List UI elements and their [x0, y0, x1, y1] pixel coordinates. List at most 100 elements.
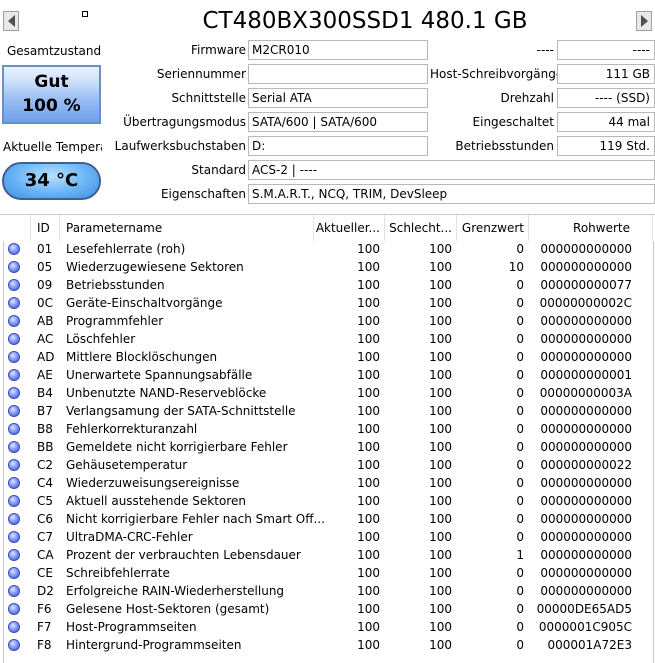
worst-value: 100: [429, 422, 452, 436]
triangle-right-icon: [640, 15, 648, 27]
attribute-id: AC: [37, 332, 54, 346]
table-row[interactable]: F7 Host-Programmseiten 100 100 0 0000001C905C: [0, 618, 655, 636]
attribute-id: AE: [37, 368, 53, 382]
table-row[interactable]: AC Löschfehler 100 100 0 000000000000: [0, 330, 655, 348]
attribute-name: Löschfehler: [66, 332, 136, 346]
power-on-hours-label: Betriebsstunden: [455, 139, 554, 153]
table-row[interactable]: C7 UltraDMA-CRC-Fehler 100 100 0 000000000000: [0, 528, 655, 546]
status-dot-icon: [8, 279, 20, 291]
health-status-button[interactable]: Gut 100 %: [2, 65, 101, 124]
temperature-label: Aktuelle Temperat: [3, 140, 102, 154]
current-value: 100: [357, 368, 380, 382]
threshold-value: 0: [516, 242, 524, 256]
threshold-value: 0: [516, 512, 524, 526]
table-row[interactable]: CE Schreibfehlerrate 100 100 0 000000000000: [0, 564, 655, 582]
header-id[interactable]: ID: [31, 215, 60, 241]
attribute-id: AD: [37, 350, 55, 364]
table-row[interactable]: AD Mittlere Blocklöschungen 100 100 0 0000000…: [0, 348, 655, 366]
table-row[interactable]: 09 Betriebsstunden 100 100 0 000000000077: [0, 276, 655, 294]
attribute-name: Gehäusetemperatur: [66, 458, 188, 472]
table-row[interactable]: B4 Unbenutzte NAND-Reserveblöcke 100 100 0 00…: [0, 384, 655, 402]
threshold-value: 0: [516, 620, 524, 634]
worst-value: 100: [429, 404, 452, 418]
current-value: 100: [357, 566, 380, 580]
raw-value: 000000000077: [540, 278, 632, 292]
table-row[interactable]: B8 Fehlerkorrekturanzahl 100 100 0 0000000000…: [0, 420, 655, 438]
standard-field: ACS-2 | ----: [248, 160, 655, 180]
table-row[interactable]: D2 Erfolgreiche RAIN-Wiederherstellung 100…: [0, 582, 655, 600]
threshold-value: 0: [516, 476, 524, 490]
table-row[interactable]: AE Unerwartete Spannungsabfälle 100 100 0 000…: [0, 366, 655, 384]
threshold-value: 0: [516, 350, 524, 364]
table-row[interactable]: BB Gemeldete nicht korrigierbare Fehler 10…: [0, 438, 655, 456]
drive-info-panel: CT480BX300SSD1 480.1 GB Gesamtzustand Gu…: [0, 0, 655, 210]
status-dot-icon: [8, 315, 20, 327]
current-value: 100: [357, 422, 380, 436]
attribute-id: 01: [37, 242, 53, 256]
table-row[interactable]: B7 Verlangsamung der SATA-Schnittstelle 10…: [0, 402, 655, 420]
power-on-hours-field: 119 Std.: [557, 136, 655, 156]
threshold-value: 0: [516, 602, 524, 616]
status-dot-icon: [8, 261, 20, 273]
temperature-button[interactable]: 34 °C: [2, 162, 101, 200]
threshold-value: 0: [516, 368, 524, 382]
worst-value: 100: [429, 584, 452, 598]
current-value: 100: [357, 314, 380, 328]
threshold-value: 0: [516, 422, 524, 436]
attribute-id: F6: [37, 602, 52, 616]
attribute-name: Wiederzuweisungsereignisse: [66, 476, 240, 490]
table-row[interactable]: 0C Geräte-Einschaltvorgänge 100 100 0 0000000…: [0, 294, 655, 312]
table-row[interactable]: 05 Wiederzugewiesene Sektoren 100 100 10 0000…: [0, 258, 655, 276]
attribute-id: B8: [37, 422, 53, 436]
table-row[interactable]: C2 Gehäusetemperatur 100 100 0 000000000022: [0, 456, 655, 474]
attribute-name: Gemeldete nicht korrigierbare Fehler: [66, 440, 288, 454]
rotation-rate-field: ---- (SSD): [557, 88, 655, 108]
table-row[interactable]: CA Prozent der verbrauchten Lebensdauer 10…: [0, 546, 655, 564]
table-row[interactable]: C5 Aktuell ausstehende Sektoren 100 100 0 000…: [0, 492, 655, 510]
status-dot-icon: [8, 513, 20, 525]
threshold-value: 10: [508, 260, 524, 274]
attribute-id: BB: [37, 440, 54, 454]
header-status[interactable]: [4, 215, 31, 241]
attribute-id: B7: [37, 404, 53, 418]
worst-value: 100: [429, 368, 452, 382]
header-current[interactable]: Aktueller...: [314, 215, 385, 241]
raw-value: 00000000002C: [539, 296, 632, 310]
status-dot-icon: [8, 423, 20, 435]
header-name[interactable]: Parametername: [60, 215, 314, 241]
attribute-name: Nicht korrigierbare Fehler nach Smart Of…: [66, 512, 325, 526]
table-row[interactable]: 01 Lesefehlerrate (roh) 100 100 0 00000000000…: [0, 240, 655, 258]
current-value: 100: [357, 350, 380, 364]
worst-value: 100: [429, 602, 452, 616]
worst-value: 100: [429, 278, 452, 292]
attribute-id: C4: [37, 476, 54, 490]
status-dot-icon: [8, 567, 20, 579]
serial-field: [248, 64, 428, 84]
raw-value: 000000000000: [540, 530, 632, 544]
header-raw[interactable]: Rohwerte: [529, 215, 653, 241]
header-threshold[interactable]: Grenzwert: [457, 215, 529, 241]
worst-value: 100: [429, 260, 452, 274]
table-row[interactable]: F8 Hintergrund-Programmseiten 100 100 0 00000…: [0, 636, 655, 654]
raw-value: 000000000000: [540, 566, 632, 580]
threshold-value: 0: [516, 584, 524, 598]
current-value: 100: [357, 530, 380, 544]
attribute-id: C2: [37, 458, 54, 472]
header-worst[interactable]: Schlecht...: [385, 215, 457, 241]
table-row[interactable]: F6 Gelesene Host-Sektoren (gesamt) 100 100 0…: [0, 600, 655, 618]
attribute-name: Geräte-Einschaltvorgänge: [66, 296, 223, 310]
status-dot-icon: [8, 621, 20, 633]
table-row[interactable]: C6 Nicht korrigierbare Fehler nach Smart …: [0, 510, 655, 528]
previous-drive-button[interactable]: [3, 11, 19, 31]
status-dot-icon: [8, 369, 20, 381]
raw-value: 000000000000: [540, 476, 632, 490]
square-icon: [82, 11, 88, 17]
standard-label: Standard: [191, 163, 246, 177]
table-row[interactable]: AB Programmfehler 100 100 0 000000000000: [0, 312, 655, 330]
attribute-name: Unerwartete Spannungsabfälle: [66, 368, 253, 382]
current-value: 100: [357, 278, 380, 292]
next-drive-button[interactable]: [636, 11, 652, 31]
worst-value: 100: [429, 314, 452, 328]
table-row[interactable]: C4 Wiederzuweisungsereignisse 100 100 0 00000…: [0, 474, 655, 492]
threshold-value: 0: [516, 440, 524, 454]
